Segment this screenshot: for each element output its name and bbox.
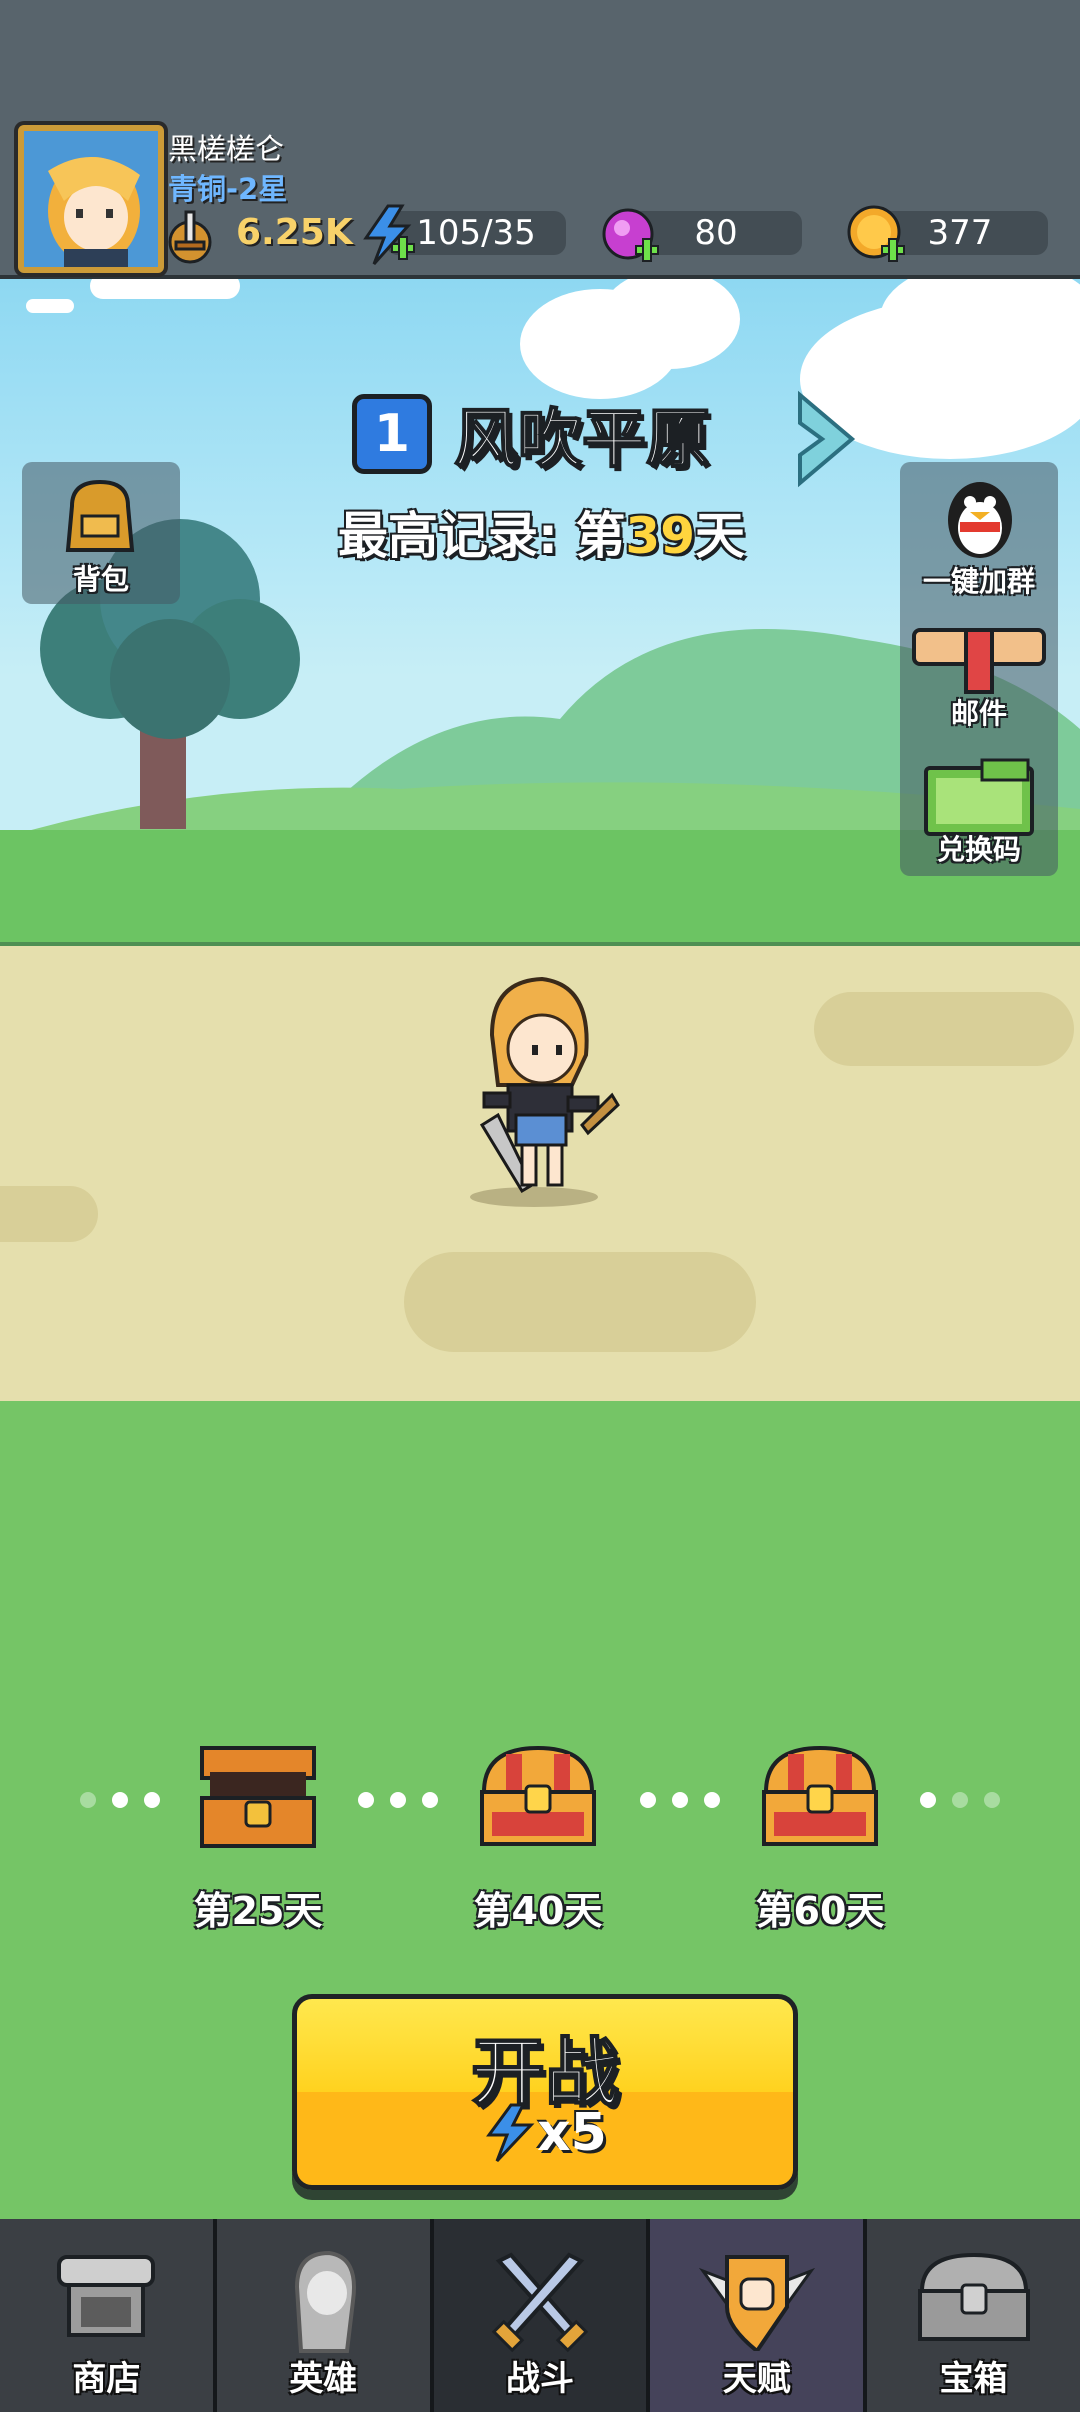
energy-cost-value: x5 [537,2103,607,2163]
mail-button[interactable]: 邮件 [900,616,1058,732]
hero-silhouette-icon [295,2250,357,2353]
nav-tab-talent[interactable]: 天赋 [650,2219,868,2412]
record-suffix: 天 [695,507,745,565]
stage-number-badge: 1 [352,394,432,474]
progress-dot [422,1792,438,1808]
shop-stall-icon [57,2255,156,2337]
redeem-code-label: 兑换码 [936,833,1021,866]
progress-dot [704,1792,720,1808]
progress-dot [920,1792,936,1808]
lightning-icon [486,2103,535,2163]
milestone-chest-locked[interactable] [760,1742,880,1852]
milestone-day-label: 第60天 [755,1889,885,1933]
nav-tab-label: 战斗 [505,2359,574,2399]
progress-dot [984,1792,1000,1808]
hero-portrait-icon [24,131,158,267]
closed-chest-icon [762,1745,878,1846]
player-avatar[interactable] [18,125,164,273]
nav-tab-chest[interactable]: 宝箱 [867,2219,1080,2412]
purple-gem-plus-icon[interactable] [600,204,662,266]
bag-label: 背包 [72,563,129,596]
bottom-navigation: 商店 英雄 战斗 天赋 宝箱 [0,2219,1080,2412]
progress-dot [358,1792,374,1808]
player-name: 黑槎槎仑 [168,132,285,166]
progress-dot [112,1792,128,1808]
open-chest-icon [200,1746,316,1848]
start-battle-cost: x5 [297,2103,793,2163]
progress-dot [144,1792,160,1808]
qq-group-button[interactable]: 一键加群 [900,468,1058,598]
lightning-plus-icon[interactable] [358,204,418,266]
nav-tab-label: 英雄 [289,2359,358,2399]
milestone-chest-opened[interactable] [198,1742,318,1852]
bag-button[interactable]: 背包 [22,462,180,604]
player-rank: 青铜-2星 [168,172,288,206]
record-day: 39 [625,507,695,565]
start-battle-button[interactable]: 开战 x5 [292,1994,798,2190]
progress-dot [640,1792,656,1808]
crossed-swords-icon [491,2252,589,2353]
fist-shield-icon [698,2255,815,2351]
sword-power-icon [168,210,212,264]
nav-tab-label: 宝箱 [939,2359,1008,2399]
progress-dot [952,1792,968,1808]
milestone-chest-locked[interactable] [478,1742,598,1852]
redeem-code-button[interactable]: 兑换码 [900,756,1058,872]
backpack-icon [65,479,135,552]
stage-title: 1 风吹平原 [352,388,852,480]
nav-tab-label: 商店 [72,2359,141,2399]
nav-tab-shop[interactable]: 商店 [0,2219,217,2412]
power-value: 6.25K [236,212,353,253]
qq-group-label: 一键加群 [922,565,1035,598]
milestone-day-label: 第40天 [473,1889,603,1933]
gold-value: 377 [927,213,993,253]
progress-dot [672,1792,688,1808]
milestone-track: 第25天 第40天 第60天 [0,1720,1080,1940]
milestone-day-label: 第25天 [193,1889,323,1933]
best-record: 最高记录: 第39天 [338,496,745,568]
nav-tab-heroes[interactable]: 英雄 [216,2219,434,2412]
record-prefix: 最高记录: 第 [338,507,626,565]
gold-coin-plus-icon[interactable] [846,202,908,266]
penguin-icon [948,482,1012,558]
hero-character [470,976,620,1207]
nav-tab-label: 天赋 [722,2359,791,2399]
progress-dot [80,1792,96,1808]
energy-value: 105/35 [416,213,536,253]
ticket-icon [924,758,1034,836]
mail-label: 邮件 [950,697,1007,730]
stage-name: 风吹平原 [453,402,711,478]
gem-value: 80 [694,213,738,253]
treasure-chest-icon [917,2252,1030,2341]
closed-chest-icon [480,1745,596,1846]
progress-dot [390,1792,406,1808]
nav-tab-battle[interactable]: 战斗 [433,2219,651,2412]
mail-icon [912,628,1046,694]
